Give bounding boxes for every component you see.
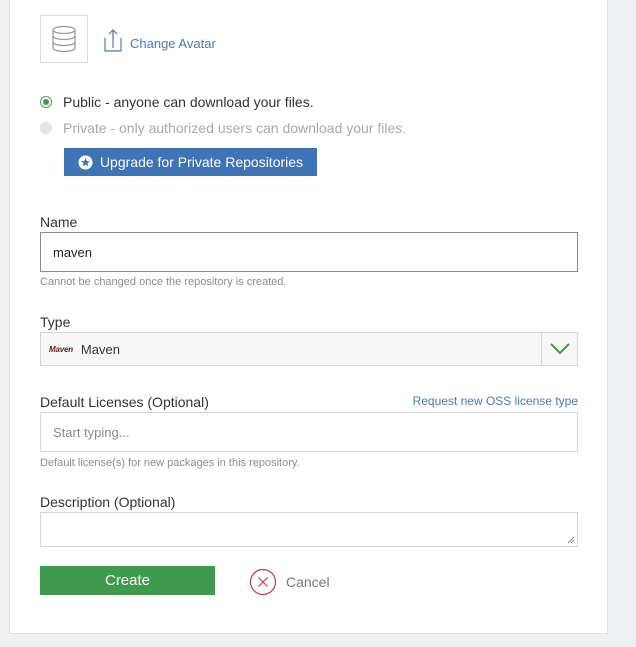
upload-icon: [104, 29, 122, 52]
private-option: Private - only authorized users can down…: [40, 120, 406, 136]
public-option[interactable]: Public - anyone can download your files.: [40, 94, 314, 110]
type-dropdown-toggle[interactable]: [541, 333, 577, 365]
maven-logo: Maven: [49, 344, 73, 354]
cancel-label: Cancel: [286, 573, 330, 590]
chevron-down-icon: [549, 343, 570, 355]
name-hint: Cannot be changed once the repository is…: [40, 276, 287, 288]
public-label: Public - anyone can download your files.: [63, 94, 314, 110]
public-radio[interactable]: [40, 96, 52, 108]
close-circle-icon: [249, 568, 277, 595]
type-value: Maven: [80, 341, 120, 357]
name-value: maven: [53, 244, 93, 260]
request-license-link[interactable]: Request new OSS license type: [413, 394, 578, 408]
name-label: Name: [40, 214, 78, 230]
description-textarea[interactable]: [40, 512, 578, 547]
type-label: Type: [40, 314, 71, 330]
create-button[interactable]: Create: [40, 566, 215, 595]
change-avatar-link[interactable]: Change Avatar: [104, 28, 216, 52]
change-avatar-label: Change Avatar: [130, 36, 216, 51]
description-label: Description (Optional): [40, 494, 176, 510]
star-icon: [78, 154, 93, 170]
repository-avatar[interactable]: [40, 15, 88, 63]
licenses-input[interactable]: Start typing...: [40, 412, 578, 452]
upgrade-private-button[interactable]: Upgrade for Private Repositories: [64, 148, 317, 176]
cancel-button[interactable]: Cancel: [249, 568, 330, 595]
create-label: Create: [104, 572, 151, 589]
database-icon: [52, 25, 76, 53]
resize-handle-icon[interactable]: [567, 536, 575, 544]
licenses-hint: Default license(s) for new packages in t…: [40, 457, 300, 469]
private-radio: [40, 122, 52, 134]
licenses-label: Default Licenses (Optional): [40, 394, 209, 410]
upgrade-label: Upgrade for Private Repositories: [99, 154, 304, 170]
private-label: Private - only authorized users can down…: [63, 120, 407, 136]
name-input[interactable]: maven: [40, 232, 578, 272]
type-select[interactable]: Maven Maven: [40, 332, 578, 366]
licenses-placeholder: Start typing...: [53, 424, 130, 440]
